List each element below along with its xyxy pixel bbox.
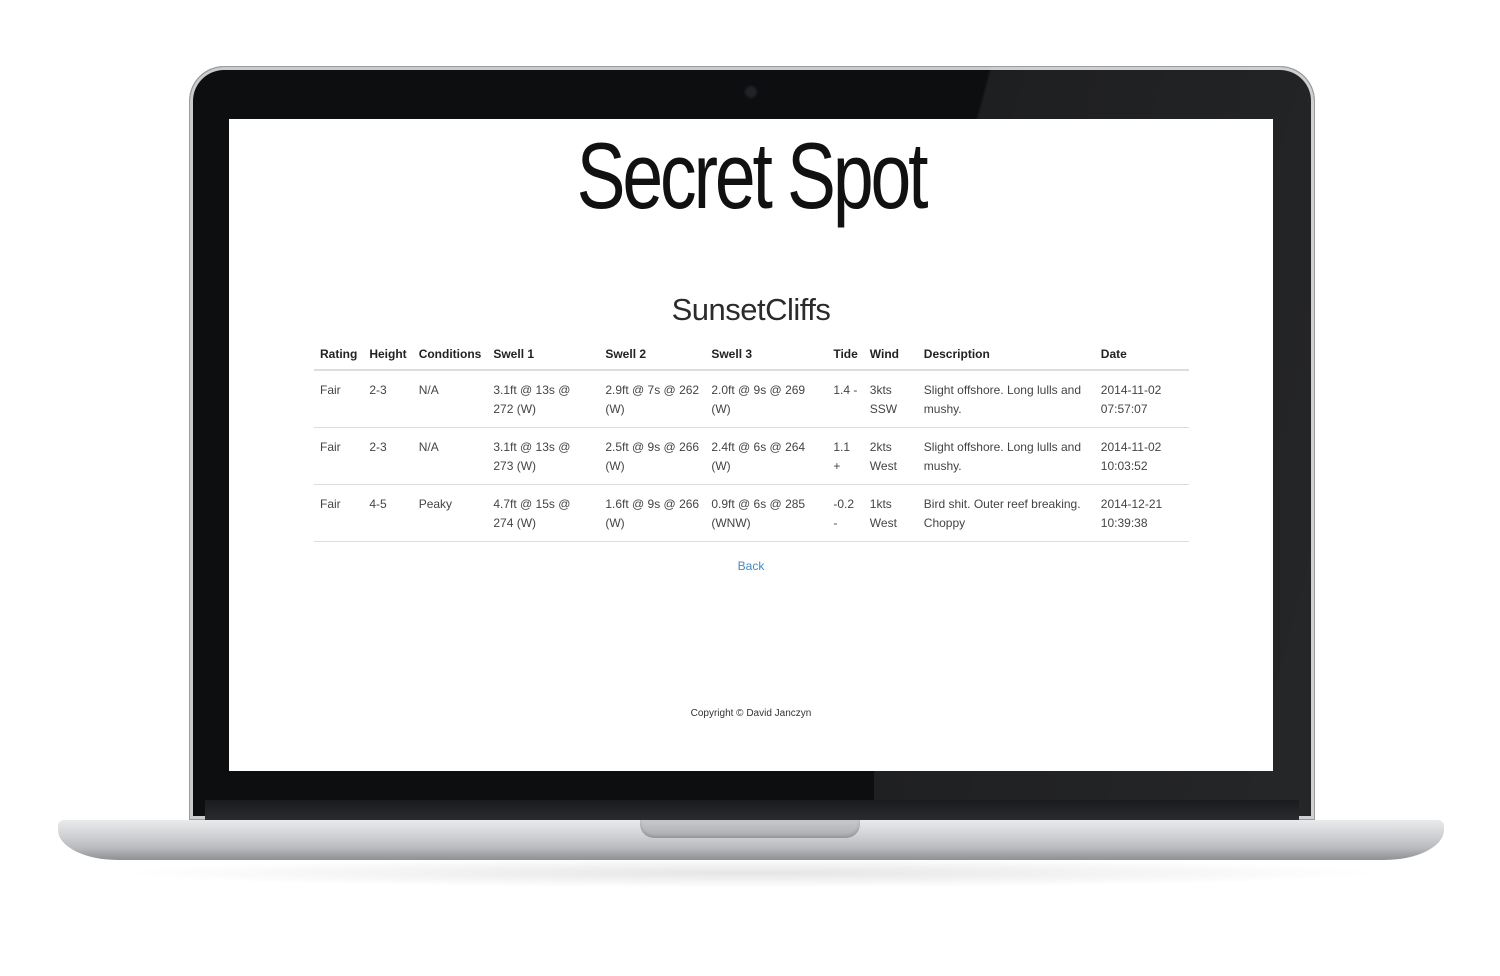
- cell-conditions: N/A: [412, 370, 488, 428]
- cell-rating: Fair: [314, 370, 364, 428]
- surf-reports-table: Rating Height Conditions Swell 1 Swell 2…: [314, 341, 1189, 542]
- cell-conditions: Peaky: [412, 484, 488, 542]
- cell-height: 2-3: [363, 370, 413, 428]
- laptop-hinge: [205, 800, 1299, 820]
- cell-swell-1: 3.1ft @ 13s @ 272 (W): [487, 370, 600, 428]
- cell-swell-3: 2.0ft @ 9s @ 269 (W): [705, 370, 828, 428]
- column-header-rating: Rating: [314, 341, 364, 371]
- cell-date: 2014-11-02 10:03:52: [1094, 427, 1189, 485]
- column-header-date: Date: [1094, 341, 1189, 371]
- cell-swell-1: 3.1ft @ 13s @ 273 (W): [487, 427, 600, 485]
- cell-swell-2: 2.5ft @ 9s @ 266 (W): [599, 427, 706, 485]
- cell-swell-1: 4.7ft @ 15s @ 274 (W): [487, 484, 600, 542]
- camera-icon: [746, 87, 756, 97]
- cell-date: 2014-11-02 07:57:07: [1094, 370, 1189, 428]
- column-header-swell-1: Swell 1: [487, 341, 600, 371]
- cell-swell-2: 1.6ft @ 9s @ 266 (W): [599, 484, 706, 542]
- column-header-wind: Wind: [863, 341, 918, 371]
- cell-description: Slight offshore. Long lulls and mushy.: [917, 427, 1095, 485]
- cell-wind: 3kts SSW: [863, 370, 918, 428]
- laptop-shadow: [110, 858, 1390, 888]
- cell-swell-3: 0.9ft @ 6s @ 285 (WNW): [705, 484, 828, 542]
- cell-tide: 1.4 -: [827, 370, 864, 428]
- cell-wind: 1kts West: [863, 484, 918, 542]
- cell-tide: -0.2 -: [827, 484, 864, 542]
- cell-rating: Fair: [314, 427, 364, 485]
- cell-swell-3: 2.4ft @ 6s @ 264 (W): [705, 427, 828, 485]
- column-header-height: Height: [363, 341, 413, 371]
- cell-height: 2-3: [363, 427, 413, 485]
- cell-description: Slight offshore. Long lulls and mushy.: [917, 370, 1095, 428]
- cell-conditions: N/A: [412, 427, 488, 485]
- cell-date: 2014-12-21 10:39:38: [1094, 484, 1189, 542]
- back-link[interactable]: Back: [229, 559, 1273, 573]
- browser-screen: Secret Spot SunsetCliffs Rating Height C…: [229, 119, 1273, 771]
- cell-wind: 2kts West: [863, 427, 918, 485]
- table-row: Fair 2-3 N/A 3.1ft @ 13s @ 273 (W) 2.5ft…: [314, 427, 1189, 485]
- footer-copyright: Copyright © David Janczyn: [690, 708, 812, 719]
- cell-rating: Fair: [314, 484, 364, 542]
- laptop-notch: [640, 820, 860, 838]
- cell-height: 4-5: [363, 484, 413, 542]
- table-row: Fair 2-3 N/A 3.1ft @ 13s @ 272 (W) 2.9ft…: [314, 370, 1189, 428]
- column-header-swell-2: Swell 2: [599, 341, 706, 371]
- column-header-tide: Tide: [827, 341, 864, 371]
- column-header-description: Description: [917, 341, 1095, 371]
- cell-swell-2: 2.9ft @ 7s @ 262 (W): [599, 370, 706, 428]
- cell-description: Bird shit. Outer reef breaking. Choppy: [917, 484, 1095, 542]
- cell-tide: 1.1 +: [827, 427, 864, 485]
- table-row: Fair 4-5 Peaky 4.7ft @ 15s @ 274 (W) 1.6…: [314, 484, 1189, 542]
- column-header-conditions: Conditions: [412, 341, 488, 371]
- spot-name-heading: SunsetCliffs: [671, 292, 831, 327]
- column-header-swell-3: Swell 3: [705, 341, 828, 371]
- site-title: Secret Spot: [576, 123, 929, 228]
- table-header-row: Rating Height Conditions Swell 1 Swell 2…: [314, 341, 1189, 371]
